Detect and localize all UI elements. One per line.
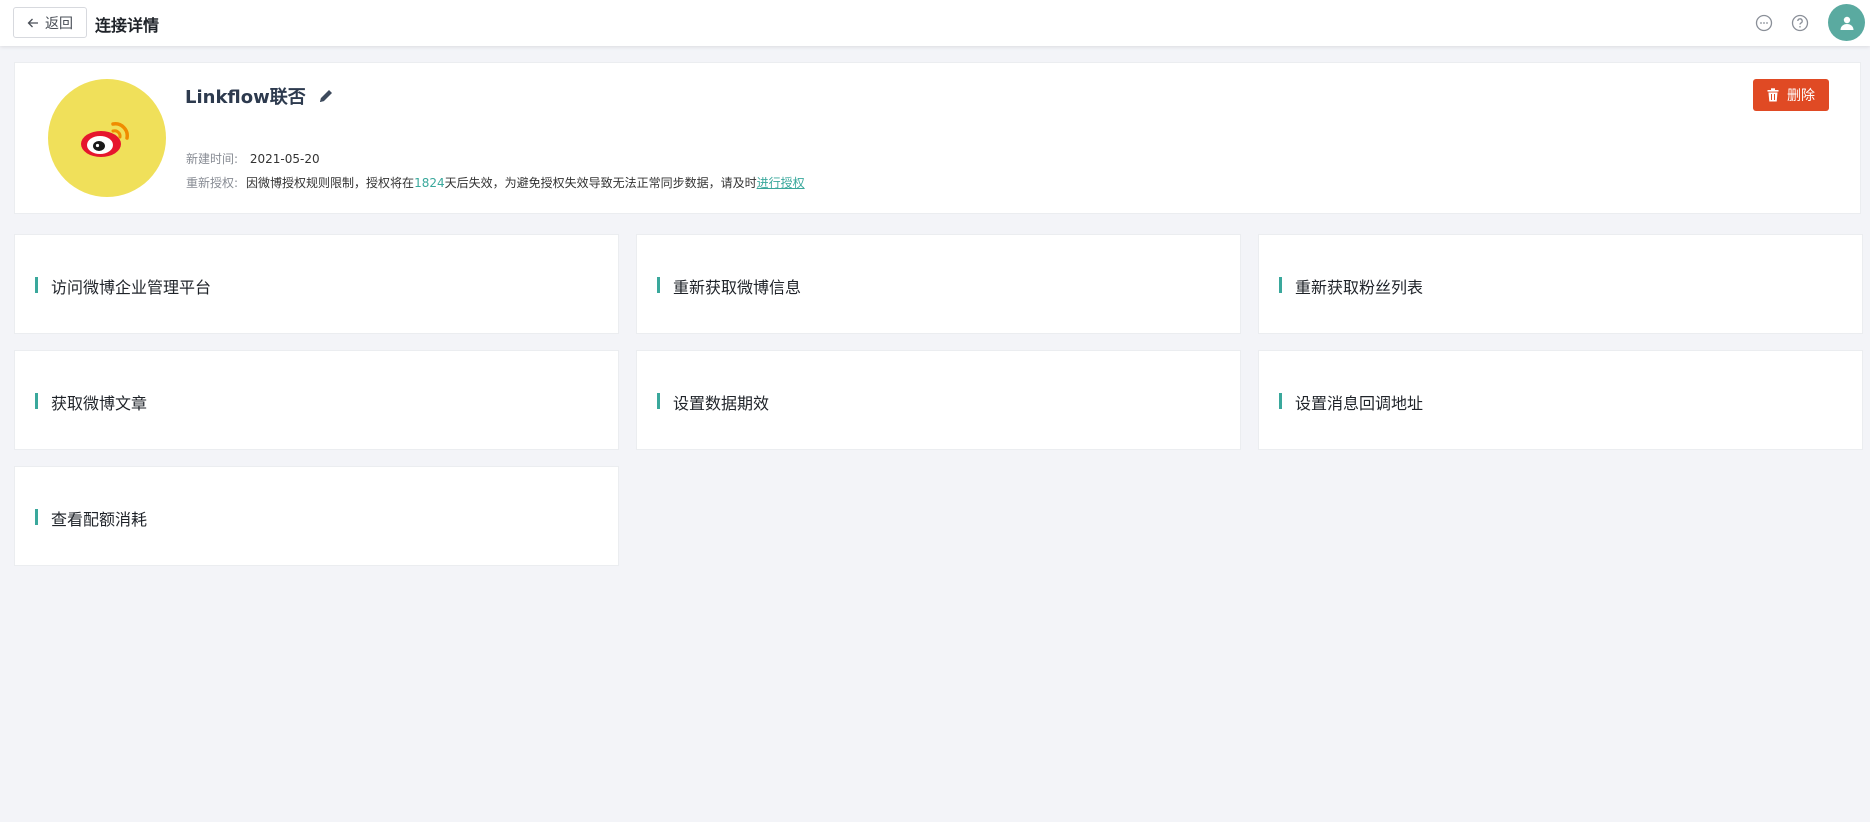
accent-bar	[657, 277, 660, 293]
created-time-value: 2021-05-20	[249, 152, 320, 166]
connection-name: Linkflow联否	[185, 83, 334, 109]
help-icon[interactable]	[1790, 13, 1810, 33]
action-card-label: 设置数据期效	[673, 394, 770, 413]
user-avatar-icon[interactable]	[1828, 4, 1865, 41]
created-time-row: 新建时间: 2021-05-20	[186, 150, 320, 167]
weibo-logo-icon	[48, 79, 166, 197]
back-button[interactable]: 返回	[13, 7, 87, 38]
top-bar: 返回 连接详情	[0, 0, 1870, 46]
action-card-label: 访问微博企业管理平台	[51, 278, 212, 297]
reauth-link[interactable]: 进行授权	[757, 176, 805, 190]
accent-bar	[1279, 277, 1282, 293]
accent-bar	[35, 393, 38, 409]
created-time-label: 新建时间:	[186, 152, 239, 166]
reauth-days: 1824	[414, 176, 445, 190]
arrow-left-icon	[27, 17, 39, 29]
action-card-visit-platform[interactable]: 访问微博企业管理平台	[14, 234, 619, 334]
delete-button-label: 删除	[1787, 88, 1815, 104]
connection-info-card: Linkflow联否 新建时间: 2021-05-20 重新授权: 因微博授权规则…	[14, 62, 1861, 214]
accent-bar	[657, 393, 660, 409]
action-card-refetch-weibo-info[interactable]: 重新获取微博信息	[636, 234, 1241, 334]
accent-bar	[35, 277, 38, 293]
action-card-label: 重新获取粉丝列表	[1295, 278, 1424, 297]
action-card-label: 重新获取微博信息	[673, 278, 802, 297]
reauth-text-after: 天后失效，为避免授权失效导致无法正常同步数据，请及时	[444, 176, 757, 190]
accent-bar	[35, 509, 38, 525]
page-title: 连接详情	[95, 16, 160, 35]
action-card-data-retention[interactable]: 设置数据期效	[636, 350, 1241, 450]
delete-button[interactable]: 删除	[1753, 79, 1829, 111]
reauth-row: 重新授权: 因微博授权规则限制，授权将在1824天后失效，为避免授权失效导致无法正…	[186, 174, 805, 191]
action-card-callback-url[interactable]: 设置消息回调地址	[1258, 350, 1863, 450]
action-card-label: 设置消息回调地址	[1295, 394, 1424, 413]
reauth-label: 重新授权:	[186, 176, 239, 190]
action-card-refetch-followers[interactable]: 重新获取粉丝列表	[1258, 234, 1863, 334]
accent-bar	[1279, 393, 1282, 409]
action-card-label: 查看配额消耗	[51, 510, 148, 529]
back-button-label: 返回	[45, 15, 73, 32]
chat-icon[interactable]	[1754, 13, 1774, 33]
trash-icon	[1767, 88, 1779, 102]
action-card-fetch-articles[interactable]: 获取微博文章	[14, 350, 619, 450]
action-card-quota-usage[interactable]: 查看配额消耗	[14, 466, 619, 566]
connection-name-text: Linkflow联否	[185, 87, 306, 108]
edit-icon[interactable]	[318, 88, 334, 104]
reauth-text-before: 因微博授权规则限制，授权将在	[246, 176, 415, 190]
action-card-label: 获取微博文章	[51, 394, 148, 413]
